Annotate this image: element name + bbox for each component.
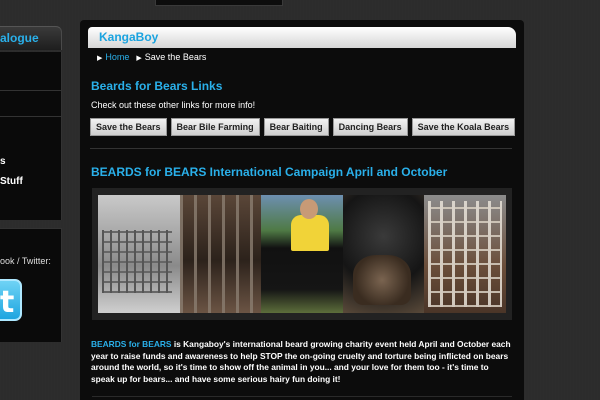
bears-photo-collage — [92, 188, 512, 320]
bear-behind-bars-photo — [179, 195, 262, 313]
twitter-label: ook / Twitter: — [0, 256, 51, 266]
sidebar-divider — [0, 116, 62, 117]
breadcrumb-current: Save the Bears — [144, 52, 207, 62]
twitter-icon[interactable]: t — [0, 279, 22, 321]
links-title: Beards for Bears Links — [91, 79, 223, 93]
sidebar-divider — [0, 90, 62, 91]
section-divider — [90, 148, 512, 149]
sidebar: alogue s Stuff ook / Twitter: t — [0, 24, 63, 400]
campaign-description: BEARDS for BEARS is Kangaboy's internati… — [91, 339, 511, 385]
breadcrumb-home-link[interactable]: Home — [105, 52, 129, 62]
bear-bile-farming-button[interactable]: Bear Bile Farming — [170, 118, 260, 136]
page-title: KangaBoy — [88, 27, 516, 48]
bears-in-cages-photo — [98, 195, 180, 313]
breadcrumb-arrow-icon: ▶ — [136, 55, 142, 62]
sidebar-item[interactable]: s — [0, 156, 6, 167]
bottom-divider — [92, 396, 512, 397]
twitter-glyph: t — [0, 285, 15, 320]
links-intro: Check out these other links for more inf… — [91, 100, 256, 110]
breadcrumb: ▶ Home ▶ Save the Bears — [97, 52, 206, 62]
bear-paws-photo — [342, 195, 425, 313]
dancing-bears-button[interactable]: Dancing Bears — [332, 118, 408, 136]
link-buttons: Save the Bears Bear Bile Farming Bear Ba… — [90, 118, 516, 136]
sidebar-menu: s Stuff — [0, 52, 62, 220]
save-the-koala-bears-button[interactable]: Save the Koala Bears — [411, 118, 516, 136]
save-the-bears-button[interactable]: Save the Bears — [90, 118, 167, 136]
sidebar-social: ook / Twitter: t — [0, 228, 62, 342]
bear-baiting-button[interactable]: Bear Baiting — [263, 118, 329, 136]
main-panel: KangaBoy ▶ Home ▶ Save the Bears Beards for… — [80, 20, 524, 400]
top-tab — [155, 0, 283, 6]
sidebar-header: alogue — [0, 26, 62, 50]
sidebar-item-stuff[interactable]: Stuff — [0, 176, 23, 187]
man-with-black-bear-photo — [261, 195, 343, 313]
campaign-name-highlight: BEARDS for BEARS — [91, 339, 172, 349]
campaign-title: BEARDS for BEARS International Campaign … — [91, 165, 448, 179]
breadcrumb-arrow-icon: ▶ — [97, 55, 103, 62]
caged-bears-photo — [424, 195, 506, 313]
